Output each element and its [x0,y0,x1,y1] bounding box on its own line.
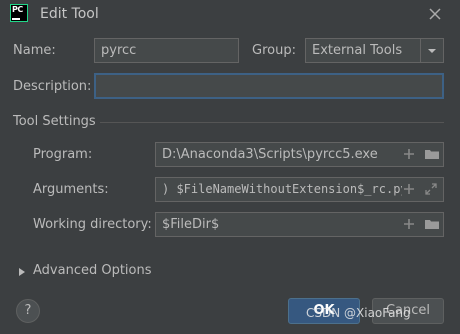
close-icon[interactable] [426,5,444,23]
plus-icon[interactable] [402,217,416,231]
arguments-input[interactable]: ) $FileNameWithoutExtension$_rc.py [155,177,444,202]
watermark-text: CSDN @XiaoFang [306,306,411,320]
dialog-title: Edit Tool [40,6,99,22]
description-input[interactable] [94,73,444,99]
dropdown-arrow-icon[interactable] [420,39,443,62]
plus-icon[interactable] [402,182,416,196]
program-value: D:\Anaconda3\Scripts\pyrcc5.exe [162,147,378,162]
plus-icon[interactable] [402,147,416,161]
group-label: Group: [252,43,296,58]
name-input[interactable]: pyrcc [94,38,239,63]
working-directory-input[interactable]: $FileDir$ [155,212,444,237]
working-directory-label: Working directory: [33,217,152,232]
working-directory-value: $FileDir$ [162,217,220,232]
group-select-value: External Tools [312,43,403,58]
folder-icon[interactable] [424,147,439,161]
chevron-right-icon[interactable] [17,266,27,276]
edit-tool-dialog: PC Edit Tool Name: pyrcc Group: External… [0,0,460,334]
tool-settings-title: Tool Settings [13,114,96,129]
advanced-options-toggle[interactable]: Advanced Options [33,263,152,278]
section-divider [100,122,444,123]
help-button[interactable]: ? [16,299,40,323]
folder-icon[interactable] [424,217,439,231]
pycharm-icon: PC [10,4,28,22]
program-input[interactable]: D:\Anaconda3\Scripts\pyrcc5.exe [155,142,444,167]
group-select[interactable]: External Tools [305,38,444,63]
name-label: Name: [13,43,56,58]
program-label: Program: [33,147,93,162]
arguments-value: ) $FileNameWithoutExtension$_rc.py [162,182,408,196]
description-label: Description: [13,79,92,94]
expand-icon[interactable] [424,182,438,196]
arguments-label: Arguments: [33,182,109,197]
